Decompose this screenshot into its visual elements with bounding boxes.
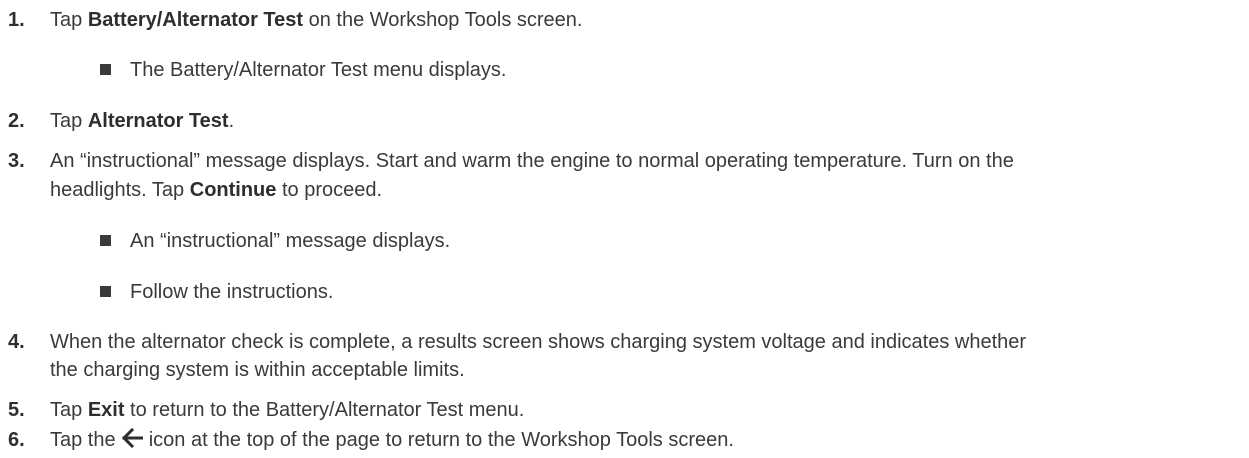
bullet-text: The Battery/Alternator Test menu display… <box>130 59 507 81</box>
step-text-post: . <box>228 110 235 132</box>
step-text: Tap Battery/Alternator Test on the Works… <box>50 6 1225 34</box>
step-text: When the alternator check is complete, a… <box>50 331 1027 353</box>
step-number: 6. <box>8 429 25 451</box>
step-number: 2. <box>8 110 25 132</box>
bullet-text: Follow the instructions. <box>130 281 334 303</box>
step-text-pre: headlights. Tap <box>50 179 190 201</box>
step-text-post: to return to the Battery/Alternator Test… <box>124 399 525 421</box>
step-bold-label: Alternator Test <box>87 110 229 132</box>
step-bold-label: Exit <box>87 399 125 421</box>
step-text: An “instructional” message displays. Sta… <box>50 147 1225 175</box>
step-text-post: on the Workshop Tools screen. <box>303 9 583 31</box>
step-text: Tap Exit to return to the Battery/Altern… <box>50 396 1225 424</box>
bullet-square-icon <box>100 286 111 297</box>
step-text-post: to proceed. <box>276 179 383 201</box>
bullet-text: An “instructional” message displays. <box>130 230 451 252</box>
step-text-pre: Tap the <box>50 429 122 451</box>
step-text-pre: Tap <box>50 399 88 421</box>
step-bold-label: Battery/Alternator Test <box>87 9 304 31</box>
step-text-pre: Tap <box>50 9 88 31</box>
step-text: headlights. Tap Continue to proceed. <box>50 176 1225 204</box>
step-text: Tap the icon at the top of the page to r… <box>50 426 1225 454</box>
step-bold-label: Continue <box>189 179 277 201</box>
step-number: 4. <box>8 331 25 353</box>
step-text-pre: Tap <box>50 110 88 132</box>
bullet-square-icon <box>100 235 111 246</box>
step-number: 5. <box>8 399 25 421</box>
step-number: 1. <box>8 9 25 31</box>
step-text: Tap Alternator Test. <box>50 107 1225 135</box>
left-arrow-icon <box>122 428 144 448</box>
step-text-line1: An “instructional” message displays. Sta… <box>50 150 1014 172</box>
step-text-post: icon at the top of the page to return to… <box>143 429 734 451</box>
bullet-square-icon <box>100 64 111 75</box>
step-number: 3. <box>8 150 25 172</box>
step-text: the charging system is within acceptable… <box>50 359 465 381</box>
